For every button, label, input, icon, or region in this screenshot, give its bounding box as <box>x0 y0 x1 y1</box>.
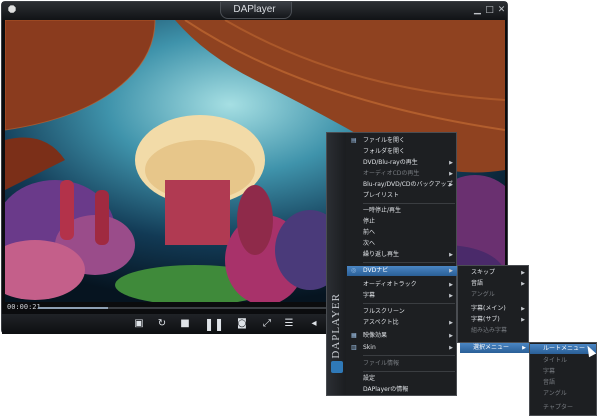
menu-brand-strip: DAPLAYER <box>327 133 346 395</box>
menu-separator <box>363 303 455 304</box>
submenu-item-title[interactable]: タイトル <box>530 356 596 366</box>
repeat-icon[interactable]: ↻ <box>155 317 169 331</box>
chevron-right-icon: ▶ <box>449 182 453 188</box>
window-title: DAPlayer <box>233 4 276 15</box>
menu-item-next[interactable]: 次へ <box>347 239 457 249</box>
submenu-item-skip[interactable]: スキップ ▶ <box>458 268 528 278</box>
menu-item-dvd-nav[interactable]: ◎ DVDナビ ▶ <box>347 266 457 276</box>
chevron-right-icon: ▶ <box>449 268 453 274</box>
submenu-item-subtitle[interactable]: 字幕 <box>530 367 596 377</box>
dvd-nav-submenu: スキップ ▶ 音語 ▶ アングル 字幕(メイン) ▶ 字幕(サブ) ▶ 組み込み字幕 <box>457 265 529 343</box>
menu-item-play-audio-cd[interactable]: オーディオCDの再生 ▶ <box>347 169 457 179</box>
menu-separator <box>363 203 455 204</box>
playlist-icon[interactable]: ☰ <box>282 317 296 331</box>
menu-item-fullscreen[interactable]: フルスクリーン <box>347 307 457 317</box>
submenu-item-audio[interactable]: 音語 ▶ <box>458 279 528 289</box>
chevron-right-icon: ▶ <box>449 171 453 177</box>
submenu-item-subtitle-main[interactable]: 字幕(メイン) ▶ <box>458 304 528 314</box>
chevron-right-icon: ▶ <box>522 345 526 351</box>
seek-track[interactable] <box>38 307 328 309</box>
submenu-item-chapter[interactable]: チャプター <box>530 403 596 413</box>
menu-item-open-file[interactable]: ▤ ファイルを開く <box>347 136 457 146</box>
close-icon[interactable]: ✕ <box>496 5 507 16</box>
elapsed-time: 00:00:21 <box>7 303 41 311</box>
menu-item-repeat[interactable]: 繰り返し再生 ▶ <box>347 250 457 260</box>
disc-icon: ◎ <box>351 267 357 274</box>
folder-icon: ▤ <box>351 137 357 144</box>
maximize-icon[interactable]: □ <box>484 5 495 16</box>
menu-item-playlist[interactable]: プレイリスト <box>347 191 457 201</box>
chevron-right-icon: ▶ <box>449 282 453 288</box>
submenu-item-subtitle-sub[interactable]: 字幕(サブ) ▶ <box>458 315 528 325</box>
menu-item-settings[interactable]: 設定 <box>347 374 457 384</box>
chevron-right-icon: ▶ <box>521 306 525 312</box>
menu-item-stop[interactable]: 停止 <box>347 217 457 227</box>
effects-icon: ▦ <box>351 332 357 339</box>
menu-item-aspect-ratio[interactable]: アスペクト比 ▶ <box>347 318 457 328</box>
menu-item-skin[interactable]: ▥ Skin ▶ <box>347 343 457 353</box>
submenu-item-audio[interactable]: 音語 <box>530 378 596 388</box>
pause-icon[interactable]: ❚❚ <box>204 317 224 331</box>
fullscreen-icon[interactable]: ⤢ <box>260 317 274 331</box>
stop-icon[interactable]: ■ <box>178 317 192 331</box>
submenu-item-embedded-subtitle[interactable]: 組み込み字幕 <box>458 326 528 336</box>
menu-item-open-folder[interactable]: フォルダを開く <box>347 147 457 157</box>
menu-item-play-dvd-bluray[interactable]: DVD/Blu-rayの再生 ▶ <box>347 158 457 168</box>
submenu-item-select-menu[interactable]: 選択メニュー ▶ <box>460 343 529 353</box>
chevron-right-icon: ▶ <box>521 317 525 323</box>
seek-progress <box>38 307 108 309</box>
submenu-item-angle[interactable]: アングル <box>458 290 528 300</box>
menu-item-video-effects[interactable]: ▦ 映像効果 ▶ <box>347 331 457 341</box>
menu-item-pause-play[interactable]: 一時停止/再生 <box>347 206 457 216</box>
menu-item-subtitles[interactable]: 字幕 ▶ <box>347 291 457 301</box>
submenu-item-angle[interactable]: アングル <box>530 389 596 399</box>
menu-item-about[interactable]: DAPlayerの情報 <box>347 385 457 395</box>
minimize-icon[interactable]: ▁ <box>472 5 483 16</box>
chevron-right-icon: ▶ <box>521 270 525 276</box>
menu-separator <box>363 355 455 356</box>
screenshot-icon[interactable]: ▣ <box>132 317 146 331</box>
volume-icon[interactable]: ◂ <box>307 317 321 331</box>
camera-icon[interactable]: ◙ <box>235 317 249 331</box>
menu-item-backup[interactable]: Blu-ray/DVD/CDのバックアップ ▶ <box>347 180 457 190</box>
chevron-right-icon: ▶ <box>449 345 453 351</box>
menu-item-file-info[interactable]: ファイル情報 <box>347 359 457 369</box>
chevron-right-icon: ▶ <box>521 281 525 287</box>
menu-item-audio-track[interactable]: オーディオトラック ▶ <box>347 280 457 290</box>
menu-separator <box>363 262 455 263</box>
menu-brand: DAPLAYER <box>330 293 342 359</box>
context-menu: DAPLAYER ▤ ファイルを開く フォルダを開く DVD/Blu-rayの再生… <box>326 132 457 396</box>
chevron-right-icon: ▶ <box>449 252 453 258</box>
chevron-right-icon: ▶ <box>449 160 453 166</box>
title-bar[interactable]: ⯃ DAPlayer ▁ □ ✕ <box>2 2 507 20</box>
chevron-right-icon: ▶ <box>449 293 453 299</box>
menu-separator <box>363 371 455 372</box>
chevron-right-icon: ▶ <box>449 333 453 339</box>
skin-icon: ▥ <box>351 344 357 351</box>
daplayer-logo-icon <box>331 361 343 373</box>
chevron-right-icon: ▶ <box>449 320 453 326</box>
menu-item-previous[interactable]: 前へ <box>347 228 457 238</box>
